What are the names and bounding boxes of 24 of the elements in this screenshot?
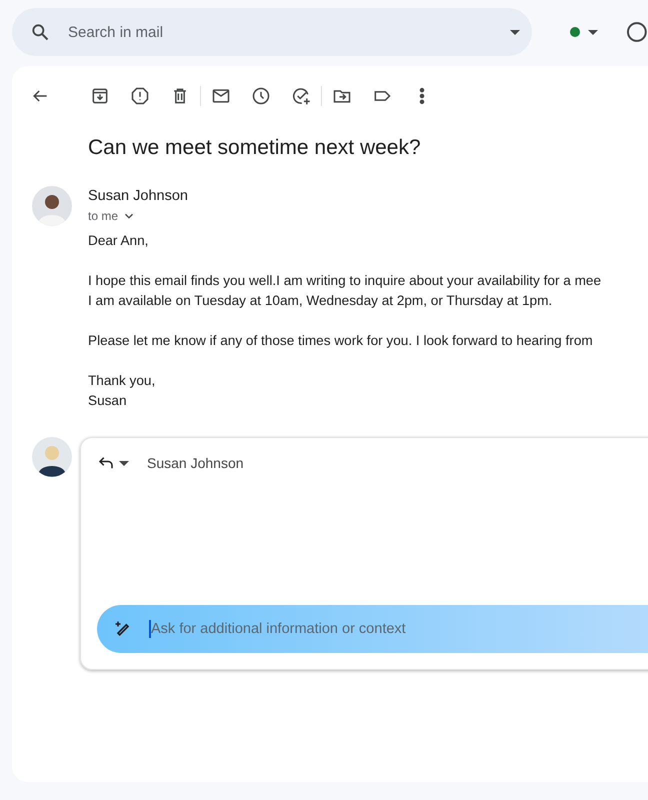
ai-prompt-field[interactable]: Ask for additional information or context: [149, 620, 648, 638]
body-text: Susan: [88, 392, 128, 410]
dropdown-icon[interactable]: [510, 30, 520, 34]
body-text: Thank you,: [88, 372, 156, 390]
email-subject: Can we meet sometime next week?: [88, 136, 422, 160]
body-text: Dear Ann,: [88, 232, 150, 250]
search-icon: [30, 22, 50, 42]
sender-name: Susan Johnson: [88, 188, 189, 204]
body-text: I am available on Tuesday at 10am, Wednesday at 2pm, or Thursday at 1pm.: [88, 292, 554, 310]
add-task-icon[interactable]: [291, 86, 311, 106]
avatar: [32, 186, 72, 226]
reply-recipient[interactable]: Susan Johnson: [147, 455, 244, 471]
search-field[interactable]: Search in mail: [66, 22, 510, 42]
body-text: I hope this email finds you well.I am writing to inquire about your availability for a mee: [88, 272, 602, 290]
dropdown-icon[interactable]: [119, 460, 129, 466]
search-bar[interactable]: Search in mail: [12, 8, 532, 56]
ai-prompt-bar[interactable]: Ask for additional information or context: [97, 605, 648, 653]
body-text: Please let me know if any of those times work for you. I look forward to hearing from: [88, 332, 594, 350]
avatar: [32, 437, 72, 477]
archive-icon[interactable]: [90, 86, 110, 106]
report-spam-icon[interactable]: [130, 86, 150, 106]
caret-icon: [588, 30, 598, 34]
clock-icon[interactable]: [251, 86, 271, 106]
recipient-dropdown[interactable]: to me: [88, 209, 136, 223]
